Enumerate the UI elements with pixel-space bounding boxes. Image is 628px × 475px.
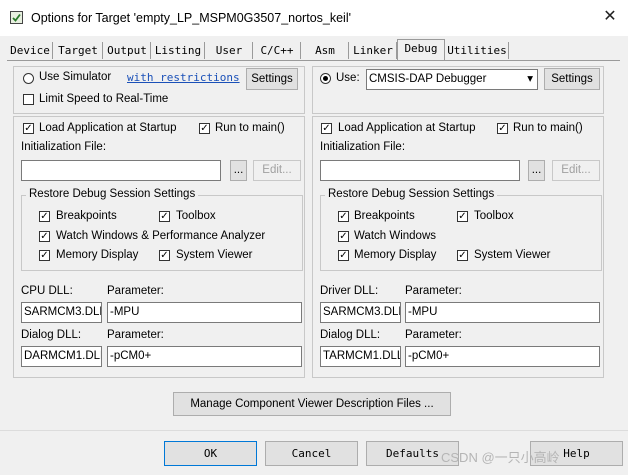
use-simulator-radio[interactable] bbox=[23, 73, 34, 84]
left-toolbox-checkbox[interactable]: ✓ bbox=[159, 211, 170, 222]
right-system-viewer-checkbox[interactable]: ✓ bbox=[457, 250, 468, 261]
right-init-file-input[interactable] bbox=[320, 160, 520, 181]
manage-component-viewer-button[interactable]: Manage Component Viewer Description File… bbox=[173, 392, 451, 416]
footer-divider bbox=[0, 430, 628, 431]
right-load-app-checkbox[interactable]: ✓ bbox=[321, 123, 332, 134]
left-system-viewer-checkbox[interactable]: ✓ bbox=[159, 250, 170, 261]
right-watch-label: Watch Windows bbox=[354, 230, 437, 242]
right-toolbox-label: Toolbox bbox=[474, 210, 514, 222]
simulator-settings-button[interactable]: Settings bbox=[246, 68, 298, 90]
tab-asm[interactable]: Asm bbox=[302, 42, 349, 59]
left-memory-checkbox[interactable]: ✓ bbox=[39, 250, 50, 261]
left-watch-checkbox[interactable]: ✓ bbox=[39, 231, 50, 242]
use-label: Use: bbox=[336, 72, 360, 84]
tab-output[interactable]: Output bbox=[104, 42, 151, 59]
driver-param-label: Parameter: bbox=[405, 285, 462, 297]
debugger-select[interactable]: CMSIS-DAP Debugger ▾ bbox=[366, 69, 538, 90]
left-run-to-main-checkbox[interactable]: ✓ bbox=[199, 123, 210, 134]
left-init-file-input[interactable] bbox=[21, 160, 221, 181]
left-breakpoints-label: Breakpoints bbox=[56, 210, 117, 222]
cpu-param-input[interactable]: -MPU bbox=[107, 302, 302, 323]
left-watch-label: Watch Windows & Performance Analyzer bbox=[56, 230, 266, 242]
limit-speed-label: Limit Speed to Real-Time bbox=[39, 93, 169, 105]
tab-utilities[interactable]: Utilities bbox=[446, 42, 509, 59]
right-system-viewer-label: System Viewer bbox=[474, 249, 551, 261]
cpu-dll-input[interactable]: SARMCM3.DLL bbox=[21, 302, 102, 323]
left-toolbox-label: Toolbox bbox=[176, 210, 216, 222]
right-watch-checkbox[interactable]: ✓ bbox=[338, 231, 349, 242]
tab-target[interactable]: Target bbox=[54, 42, 103, 59]
tab-listing[interactable]: Listing bbox=[152, 42, 205, 59]
right-breakpoints-checkbox[interactable]: ✓ bbox=[338, 211, 349, 222]
right-edit-button[interactable]: Edit... bbox=[552, 160, 600, 181]
tab-c-cpp[interactable]: C/C++ bbox=[254, 42, 301, 59]
cpu-param-label: Parameter: bbox=[107, 285, 164, 297]
cancel-button[interactable]: Cancel bbox=[265, 441, 358, 466]
left-dialog-dll-input[interactable]: DARMCM1.DLL bbox=[21, 346, 102, 367]
right-toolbox-checkbox[interactable]: ✓ bbox=[457, 211, 468, 222]
tab-linker[interactable]: Linker bbox=[350, 42, 397, 59]
driver-dll-label: Driver DLL: bbox=[320, 285, 379, 297]
left-load-app-checkbox[interactable]: ✓ bbox=[23, 123, 34, 134]
limit-speed-checkbox[interactable] bbox=[23, 94, 34, 105]
left-dialog-param-label: Parameter: bbox=[107, 329, 164, 341]
driver-dll-input[interactable]: SARMCM3.DLL bbox=[320, 302, 401, 323]
left-browse-button[interactable]: ... bbox=[230, 160, 247, 181]
cpu-dll-label: CPU DLL: bbox=[21, 285, 73, 297]
right-run-to-main-label: Run to main() bbox=[513, 122, 583, 134]
left-dialog-dll-label: Dialog DLL: bbox=[21, 329, 82, 341]
left-memory-label: Memory Display bbox=[56, 249, 139, 261]
right-run-to-main-checkbox[interactable]: ✓ bbox=[497, 123, 508, 134]
watermark: CSDN @一只小高岭 bbox=[441, 450, 560, 465]
right-dialog-param-input[interactable]: -pCM0+ bbox=[405, 346, 600, 367]
right-memory-label: Memory Display bbox=[354, 249, 437, 261]
right-dialog-param-label: Parameter: bbox=[405, 329, 462, 341]
left-run-to-main-label: Run to main() bbox=[215, 122, 285, 134]
right-browse-button[interactable]: ... bbox=[528, 160, 545, 181]
left-edit-button[interactable]: Edit... bbox=[253, 160, 301, 181]
tab-device[interactable]: Device bbox=[8, 42, 53, 59]
close-icon[interactable]: ✕ bbox=[598, 6, 622, 28]
left-breakpoints-checkbox[interactable]: ✓ bbox=[39, 211, 50, 222]
with-restrictions-link[interactable]: with restrictions bbox=[127, 71, 240, 84]
right-restore-title: Restore Debug Session Settings bbox=[325, 188, 498, 200]
left-dialog-param-input[interactable]: -pCM0+ bbox=[107, 346, 302, 367]
tab-underline bbox=[7, 60, 620, 61]
left-init-file-label: Initialization File: bbox=[21, 141, 107, 153]
use-debugger-radio[interactable] bbox=[320, 73, 331, 84]
debugger-settings-button[interactable]: Settings bbox=[544, 68, 600, 90]
app-icon bbox=[10, 11, 23, 24]
left-system-viewer-label: System Viewer bbox=[176, 249, 253, 261]
left-load-app-label: Load Application at Startup bbox=[39, 122, 177, 134]
right-init-file-label: Initialization File: bbox=[320, 141, 406, 153]
tab-user[interactable]: User bbox=[206, 42, 253, 59]
right-load-app-label: Load Application at Startup bbox=[338, 122, 476, 134]
tab-debug[interactable]: Debug bbox=[397, 39, 445, 61]
window-title: Options for Target 'empty_LP_MSPM0G3507_… bbox=[31, 11, 351, 25]
right-breakpoints-label: Breakpoints bbox=[354, 210, 415, 222]
driver-param-input[interactable]: -MPU bbox=[405, 302, 600, 323]
use-simulator-label: Use Simulator bbox=[39, 71, 112, 83]
right-dialog-dll-label: Dialog DLL: bbox=[320, 329, 381, 341]
chevron-down-icon: ▾ bbox=[527, 73, 533, 85]
left-restore-title: Restore Debug Session Settings bbox=[26, 188, 199, 200]
right-memory-checkbox[interactable]: ✓ bbox=[338, 250, 349, 261]
ok-button[interactable]: OK bbox=[164, 441, 257, 466]
right-dialog-dll-input[interactable]: TARMCM1.DLL bbox=[320, 346, 401, 367]
debugger-select-value: CMSIS-DAP Debugger bbox=[369, 73, 487, 85]
